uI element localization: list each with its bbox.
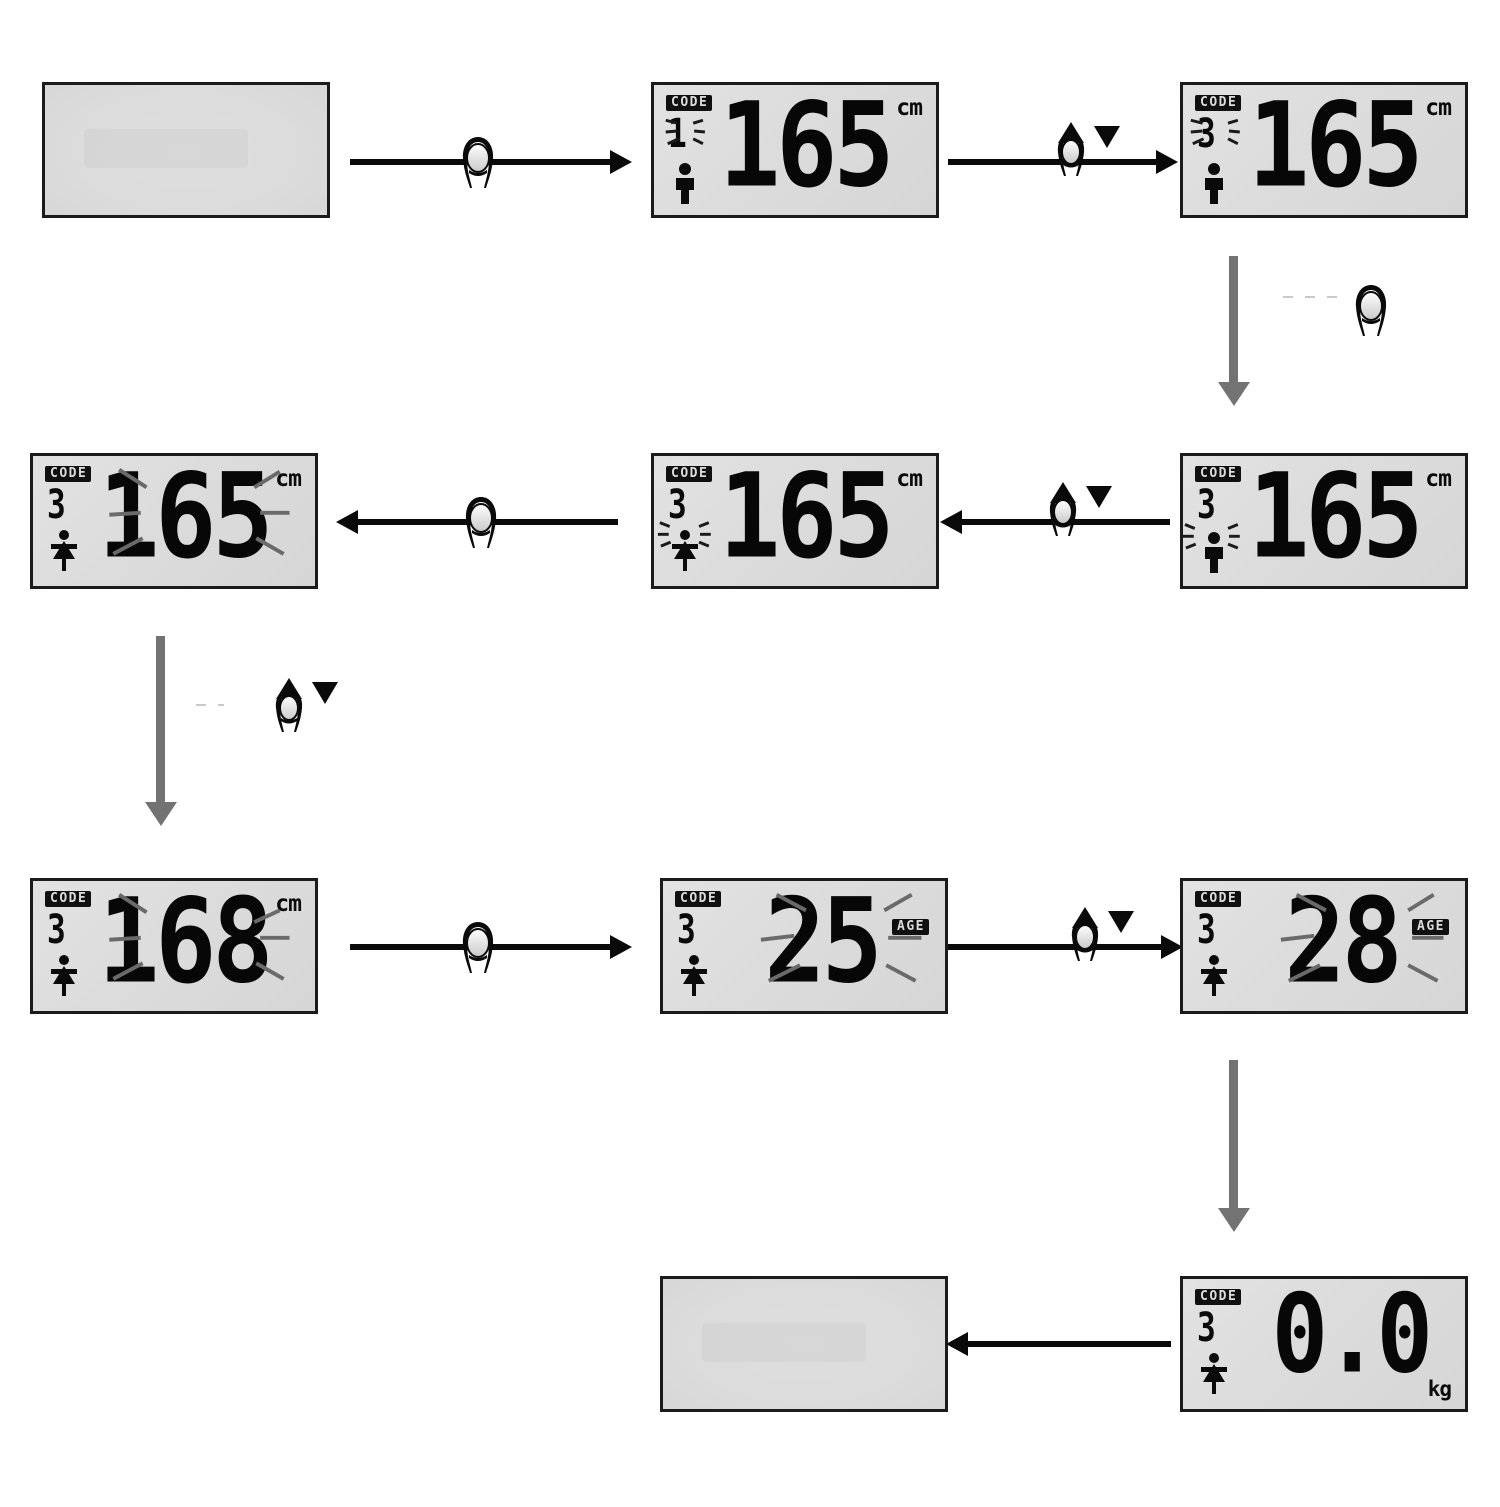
arrow-head-icon xyxy=(610,935,632,959)
male-person-icon xyxy=(1199,161,1229,205)
code-digit-value: 3 xyxy=(668,482,687,528)
female-person-icon xyxy=(49,528,79,572)
arrow-head-icon xyxy=(1218,382,1250,406)
lcd-panel-off-end xyxy=(660,1276,948,1412)
main-value-display: 165 xyxy=(719,453,894,585)
unit-label-cm: cm xyxy=(1425,95,1452,121)
arrow-head-icon xyxy=(1156,150,1178,174)
updown-press-icon xyxy=(1048,116,1128,178)
lcd-panel-weight-zero: CODE 3 0.0 kg xyxy=(1180,1276,1468,1412)
faint-dash-decor xyxy=(196,704,224,706)
code-digit-value: 3 xyxy=(1197,111,1216,157)
arrow-head-icon xyxy=(610,150,632,174)
transition-arrow-6 xyxy=(145,636,177,826)
lcd-panel-gender-male: CODE 3 165 cm xyxy=(1180,453,1468,589)
lcd-panel-code-1: CODE 1 165 cm xyxy=(651,82,939,218)
code-badge: CODE xyxy=(45,891,92,907)
unit-label-cm: cm xyxy=(1425,466,1452,492)
finger-press-icon xyxy=(455,134,501,190)
code-badge: CODE xyxy=(1195,1289,1242,1305)
finger-press-icon xyxy=(455,919,501,975)
female-person-icon xyxy=(1199,953,1229,997)
arrow-head-icon xyxy=(145,802,177,826)
age-badge: AGE xyxy=(1412,919,1449,935)
unit-label-cm: cm xyxy=(896,466,923,492)
unit-label-cm: cm xyxy=(275,466,302,492)
updown-press-icon xyxy=(266,672,346,734)
code-digit-value: 3 xyxy=(1197,907,1216,953)
code-digit-value: 3 xyxy=(677,907,696,953)
updown-press-icon xyxy=(1040,476,1120,538)
code-badge: CODE xyxy=(666,466,713,482)
code-badge: CODE xyxy=(45,466,92,482)
down-arrow-icon xyxy=(312,682,338,704)
male-person-icon xyxy=(1199,530,1229,574)
unit-label-kg: kg xyxy=(1427,1377,1452,1401)
finger-press-icon xyxy=(458,494,504,550)
female-person-icon xyxy=(49,953,79,997)
main-value-display: 165 xyxy=(719,82,894,214)
main-value-display: 25 xyxy=(764,878,883,1010)
code-digit-value: 1 xyxy=(668,111,687,157)
lcd-panel-height-165: CODE 3 165 cm xyxy=(30,453,318,589)
main-value-display: 0.0 xyxy=(1271,1276,1433,1398)
code-digit-value: 3 xyxy=(1197,482,1216,528)
code-badge: CODE xyxy=(666,95,713,111)
code-digit-value: 3 xyxy=(1197,1305,1216,1351)
arrow-head-icon xyxy=(1218,1208,1250,1232)
lcd-panel-off-start xyxy=(42,82,330,218)
diagram-canvas: CODE 1 165 cm CODE 3 165 cm CODE 3 165 c… xyxy=(0,0,1500,1507)
ghost-imprint xyxy=(84,129,249,169)
female-person-icon xyxy=(670,528,700,572)
lcd-panel-age-28: CODE 3 28 AGE xyxy=(1180,878,1468,1014)
lcd-panel-gender-female: CODE 3 165 cm xyxy=(651,453,939,589)
age-badge: AGE xyxy=(892,919,929,935)
unit-label-cm: cm xyxy=(896,95,923,121)
transition-arrow-3 xyxy=(1218,256,1250,406)
code-badge: CODE xyxy=(675,891,722,907)
unit-label-cm: cm xyxy=(275,891,302,917)
code-badge: CODE xyxy=(1195,95,1242,111)
lcd-panel-height-168: CODE 3 168 cm xyxy=(30,878,318,1014)
down-arrow-icon xyxy=(1108,911,1134,933)
updown-press-icon xyxy=(1062,901,1142,963)
lcd-panel-code-3: CODE 3 165 cm xyxy=(1180,82,1468,218)
main-value-display: 168 xyxy=(98,878,273,1010)
arrow-head-icon xyxy=(336,510,358,534)
female-person-icon xyxy=(1199,1351,1229,1395)
main-value-display: 28 xyxy=(1284,878,1403,1010)
arrow-head-icon xyxy=(946,1332,968,1356)
transition-arrow-9 xyxy=(1218,1060,1250,1232)
lcd-panel-age-25: CODE 3 25 AGE xyxy=(660,878,948,1014)
faint-dash-decor xyxy=(1283,296,1339,298)
down-arrow-icon xyxy=(1086,486,1112,508)
male-person-icon xyxy=(670,161,700,205)
transition-arrow-10 xyxy=(946,1332,1171,1356)
main-value-display: 165 xyxy=(98,453,273,585)
code-digit-value: 3 xyxy=(47,482,66,528)
arrow-head-icon xyxy=(940,510,962,534)
code-digit-value: 3 xyxy=(47,907,66,953)
ghost-imprint xyxy=(702,1323,867,1363)
female-person-icon xyxy=(679,953,709,997)
finger-press-icon xyxy=(1348,282,1394,338)
main-value-display: 165 xyxy=(1248,453,1423,585)
code-badge: CODE xyxy=(1195,891,1242,907)
main-value-display: 165 xyxy=(1248,82,1423,214)
down-arrow-icon xyxy=(1094,126,1120,148)
code-badge: CODE xyxy=(1195,466,1242,482)
